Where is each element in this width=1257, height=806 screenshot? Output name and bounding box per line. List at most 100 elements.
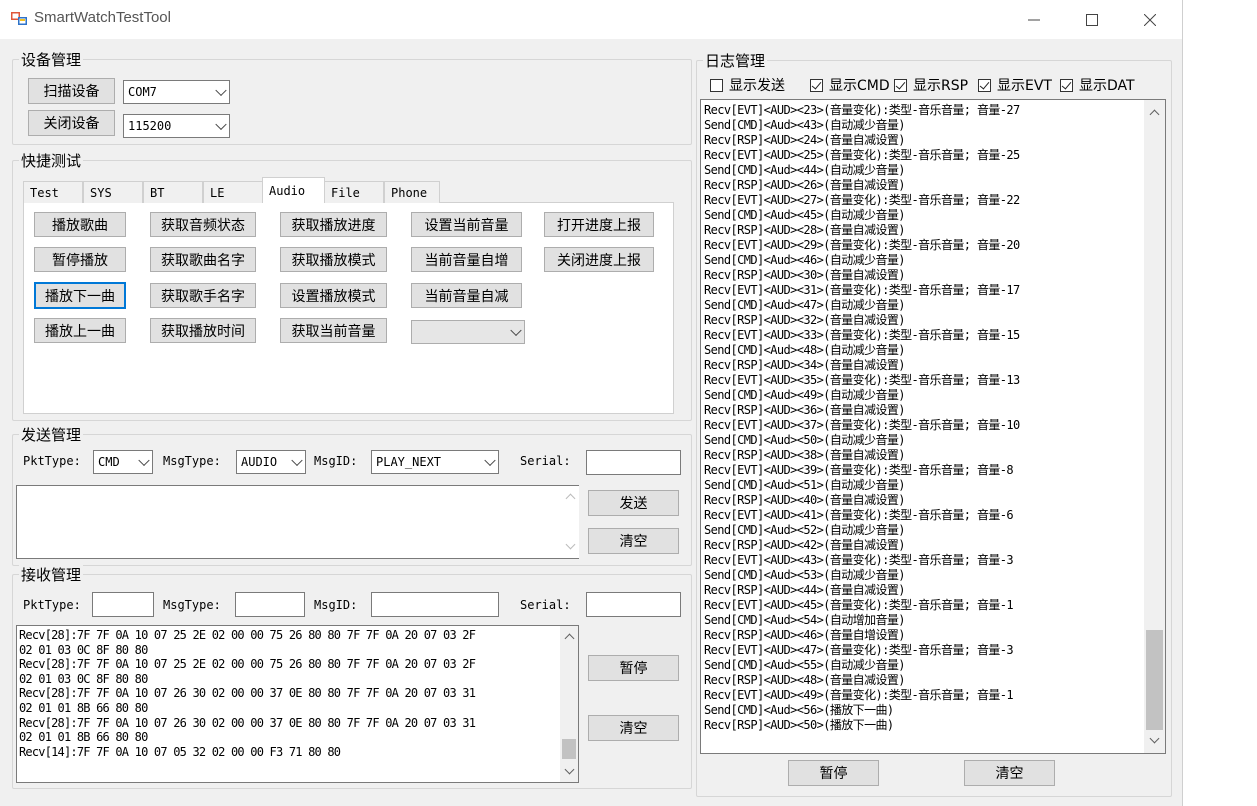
send-serial-input[interactable] bbox=[586, 450, 681, 475]
log-text: Recv[EVT]<AUD><23>(音量变化):类型-音乐音量; 音量-27 … bbox=[704, 103, 1020, 732]
close-button[interactable] bbox=[1121, 0, 1179, 39]
receive-management-title: 接收管理 bbox=[19, 564, 84, 585]
baud-select[interactable]: 115200 bbox=[123, 114, 230, 138]
minimize-button[interactable] bbox=[1005, 0, 1063, 39]
log-management-title: 日志管理 bbox=[703, 50, 768, 71]
send-msgid-value: PLAY_NEXT bbox=[376, 455, 442, 469]
tab-label: Test bbox=[30, 185, 59, 200]
send-msgid-select[interactable]: PLAY_NEXT bbox=[371, 450, 499, 474]
open-progress-report-button[interactable]: 打开进度上报 bbox=[544, 212, 654, 237]
log-scroll-thumb[interactable] bbox=[1146, 630, 1163, 730]
recv-log-scroll-thumb[interactable] bbox=[562, 739, 576, 759]
send-payload-textarea[interactable] bbox=[16, 485, 579, 559]
get-artist-name-button[interactable]: 获取歌手名字 bbox=[150, 283, 256, 308]
get-audio-status-button[interactable]: 获取音频状态 bbox=[150, 212, 256, 237]
recv-pkttype-field[interactable] bbox=[92, 592, 154, 617]
get-play-time-button[interactable]: 获取播放时间 bbox=[150, 318, 256, 343]
recv-serial-field[interactable] bbox=[586, 592, 681, 617]
scroll-up-icon[interactable] bbox=[562, 488, 579, 505]
send-pkttype-select[interactable]: CMD bbox=[93, 450, 153, 474]
send-msgtype-value: AUDIO bbox=[241, 455, 278, 469]
chevron-down-icon bbox=[215, 84, 227, 97]
scroll-down-icon[interactable] bbox=[1144, 732, 1165, 749]
device-management-title: 设备管理 bbox=[19, 49, 84, 70]
checkbox-checked-icon bbox=[1060, 78, 1073, 92]
recv-msgtype-field[interactable] bbox=[235, 592, 305, 617]
volume-up-button[interactable]: 当前音量自增 bbox=[411, 247, 522, 272]
log-textarea[interactable]: Recv[EVT]<AUD><23>(音量变化):类型-音乐音量; 音量-27 … bbox=[700, 99, 1166, 754]
close-device-button[interactable]: 关闭设备 bbox=[28, 110, 115, 136]
log-scrollbar[interactable] bbox=[1144, 100, 1165, 753]
filter-show-cmd[interactable]: 显示CMD bbox=[810, 75, 890, 95]
send-msgid-label: MsgID: bbox=[314, 454, 358, 468]
tab-sys[interactable]: SYS bbox=[83, 181, 143, 203]
chevron-down-icon bbox=[138, 454, 150, 467]
send-pkttype-label: PktType: bbox=[23, 454, 81, 468]
chevron-down-icon bbox=[291, 454, 303, 467]
tab-label: BT bbox=[150, 185, 165, 200]
play-song-button[interactable]: 播放歌曲 bbox=[34, 212, 126, 237]
filter-show-rsp[interactable]: 显示RSP bbox=[894, 75, 968, 95]
filter-show-evt[interactable]: 显示EVT bbox=[978, 75, 1052, 95]
tab-test[interactable]: Test bbox=[23, 181, 83, 203]
scroll-down-icon[interactable] bbox=[560, 763, 578, 780]
filter-label: 显示EVT bbox=[997, 78, 1052, 94]
scroll-up-icon[interactable] bbox=[1144, 104, 1165, 121]
send-pkttype-value: CMD bbox=[98, 455, 120, 469]
tab-le[interactable]: LE bbox=[203, 181, 263, 203]
get-volume-button[interactable]: 获取当前音量 bbox=[280, 318, 387, 343]
scroll-up-icon[interactable] bbox=[560, 628, 578, 645]
close-icon bbox=[1144, 13, 1156, 26]
filter-label: 显示发送 bbox=[729, 78, 785, 94]
quick-test-title: 快捷测试 bbox=[19, 150, 84, 171]
filter-label: 显示RSP bbox=[913, 78, 969, 94]
pause-play-button[interactable]: 暂停播放 bbox=[34, 247, 126, 272]
filter-label: 显示CMD bbox=[829, 78, 890, 94]
send-clear-button[interactable]: 清空 bbox=[588, 528, 679, 554]
get-song-name-button[interactable]: 获取歌曲名字 bbox=[150, 247, 256, 272]
tab-phone[interactable]: Phone bbox=[384, 181, 440, 203]
send-payload-text bbox=[17, 486, 578, 492]
scan-device-button[interactable]: 扫描设备 bbox=[28, 78, 115, 104]
minimize-icon bbox=[1028, 19, 1040, 20]
maximize-icon bbox=[1086, 13, 1098, 26]
checkbox-checked-icon bbox=[978, 78, 991, 92]
get-play-progress-button[interactable]: 获取播放进度 bbox=[280, 212, 387, 237]
checkbox-checked-icon bbox=[810, 78, 823, 92]
tab-file[interactable]: File bbox=[324, 181, 384, 203]
tab-audio[interactable]: Audio bbox=[262, 177, 325, 203]
audio-option-select[interactable] bbox=[411, 320, 525, 344]
get-play-mode-button[interactable]: 获取播放模式 bbox=[280, 247, 387, 272]
recv-msgtype-label: MsgType: bbox=[163, 598, 221, 612]
tab-label: SYS bbox=[90, 185, 112, 200]
send-management-title: 发送管理 bbox=[19, 424, 84, 445]
send-button[interactable]: 发送 bbox=[588, 490, 679, 516]
log-pause-button[interactable]: 暂停 bbox=[788, 760, 879, 786]
recv-log-scrollbar[interactable] bbox=[560, 626, 578, 782]
recv-log-textarea[interactable]: Recv[28]:7F 7F 0A 10 07 25 2E 02 00 00 7… bbox=[16, 625, 579, 783]
set-play-mode-button[interactable]: 设置播放模式 bbox=[280, 283, 387, 308]
volume-down-button[interactable]: 当前音量自减 bbox=[411, 283, 522, 308]
log-clear-button[interactable]: 清空 bbox=[964, 760, 1055, 786]
play-previous-button[interactable]: 播放上一曲 bbox=[34, 318, 126, 343]
chevron-down-icon bbox=[484, 454, 496, 467]
scroll-down-icon[interactable] bbox=[562, 538, 579, 555]
window-title: SmartWatchTestTool bbox=[34, 9, 171, 26]
tab-label: File bbox=[331, 185, 360, 200]
tab-bt[interactable]: BT bbox=[143, 181, 203, 203]
checkbox-unchecked-icon bbox=[710, 78, 723, 92]
port-select[interactable]: COM7 bbox=[123, 80, 230, 104]
send-payload-scrollbar[interactable] bbox=[562, 486, 579, 558]
close-progress-report-button[interactable]: 关闭进度上报 bbox=[544, 247, 654, 272]
send-msgtype-select[interactable]: AUDIO bbox=[236, 450, 306, 474]
filter-show-dat[interactable]: 显示DAT bbox=[1060, 75, 1135, 95]
set-volume-button[interactable]: 设置当前音量 bbox=[411, 212, 522, 237]
app-window-icon bbox=[11, 12, 27, 25]
filter-show-send[interactable]: 显示发送 bbox=[710, 75, 785, 95]
recv-pause-button[interactable]: 暂停 bbox=[588, 655, 679, 681]
recv-clear-button[interactable]: 清空 bbox=[588, 715, 679, 741]
recv-msgid-label: MsgID: bbox=[314, 598, 358, 612]
recv-msgid-field[interactable] bbox=[371, 592, 499, 617]
maximize-button[interactable] bbox=[1063, 0, 1121, 39]
play-next-button[interactable]: 播放下一曲 bbox=[34, 282, 126, 309]
